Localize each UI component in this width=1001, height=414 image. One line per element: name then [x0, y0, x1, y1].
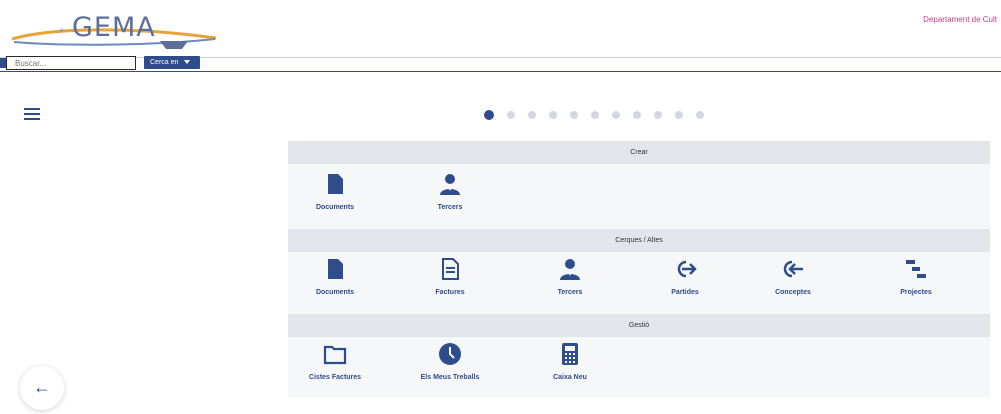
- back-button[interactable]: ←: [20, 366, 64, 410]
- shortcut-label: Partides: [671, 289, 699, 296]
- shortcut-tile[interactable]: Caixa Neu: [525, 342, 615, 381]
- document-icon: [323, 172, 347, 196]
- page: e· GEMA Departament de Cult Cerca en Cre…: [0, 0, 1001, 414]
- carousel-dot[interactable]: [570, 111, 578, 119]
- invoice-icon: [438, 257, 462, 281]
- user-icon: [558, 257, 582, 281]
- shortcut-tile[interactable]: Conceptes: [748, 257, 838, 296]
- shortcut-tile[interactable]: Factures: [405, 257, 495, 296]
- shortcut-label: Els Meus Treballs: [420, 374, 480, 381]
- chevron-down-icon: [184, 60, 191, 65]
- search-scope-select[interactable]: Cerca en: [144, 56, 200, 69]
- tasks-icon: [904, 257, 928, 281]
- shortcut-label: Cistes Factures: [308, 374, 362, 381]
- carousel-dot[interactable]: [696, 111, 704, 119]
- carousel-dot[interactable]: [675, 111, 683, 119]
- shortcut-label: Factures: [435, 289, 465, 296]
- shortcut-tile[interactable]: Tercers: [405, 172, 495, 211]
- logo-text: GEMA: [72, 12, 156, 43]
- carousel-dot[interactable]: [591, 111, 599, 119]
- arrow-left-icon: [781, 257, 805, 281]
- shortcut-label: Tercers: [557, 289, 583, 296]
- shortcut-label: Caixa Neu: [553, 374, 587, 381]
- user-icon: [438, 172, 462, 196]
- document-icon: [323, 257, 347, 281]
- shortcut-tile[interactable]: Els Meus Treballs: [405, 342, 495, 381]
- shortcuts-panel: Crear Documents Tercers Cerques / Altes Docu…: [288, 141, 990, 397]
- search-input[interactable]: [6, 56, 136, 70]
- carousel-dot[interactable]: [507, 111, 515, 119]
- search-bar: Cerca en: [0, 56, 1001, 72]
- section-header: Cerques / Altes: [288, 229, 990, 252]
- shortcut-tile[interactable]: Projectes: [871, 257, 961, 296]
- menu-icon[interactable]: [24, 108, 40, 121]
- logo-prefix: e·: [60, 28, 66, 34]
- app-header: e· GEMA Departament de Cult: [0, 0, 1001, 58]
- carousel-dot[interactable]: [654, 111, 662, 119]
- arrow-right-icon: [673, 257, 697, 281]
- carousel-dot[interactable]: [484, 110, 494, 120]
- search-scope-label: Cerca en: [150, 59, 179, 66]
- department-link[interactable]: Departament de Cult: [923, 15, 997, 24]
- shortcut-label: Tercers: [437, 204, 463, 211]
- calculator-icon: [558, 342, 582, 366]
- shortcut-label: Documents: [315, 289, 355, 296]
- section-header: Crear: [288, 141, 990, 164]
- carousel-dot[interactable]: [528, 111, 536, 119]
- shortcut-tile[interactable]: Documents: [290, 257, 380, 296]
- clock-icon: [438, 342, 462, 366]
- arrow-left-icon: ←: [33, 377, 51, 397]
- section-header: Gestió: [288, 314, 990, 337]
- gema-logo[interactable]: e· GEMA: [10, 6, 220, 56]
- shortcut-label: Projectes: [900, 289, 932, 296]
- folder-icon: [323, 342, 347, 366]
- shortcut-tile[interactable]: Cistes Factures: [290, 342, 380, 381]
- shortcut-label: Conceptes: [775, 289, 811, 296]
- shortcut-tile[interactable]: Tercers: [525, 257, 615, 296]
- shortcut-tile[interactable]: Documents: [290, 172, 380, 211]
- carousel-dot[interactable]: [612, 111, 620, 119]
- carousel-dot[interactable]: [633, 111, 641, 119]
- shortcut-tile[interactable]: Partides: [640, 257, 730, 296]
- carousel-dot[interactable]: [549, 111, 557, 119]
- carousel-dots: [484, 109, 704, 121]
- shortcut-label: Documents: [315, 204, 355, 211]
